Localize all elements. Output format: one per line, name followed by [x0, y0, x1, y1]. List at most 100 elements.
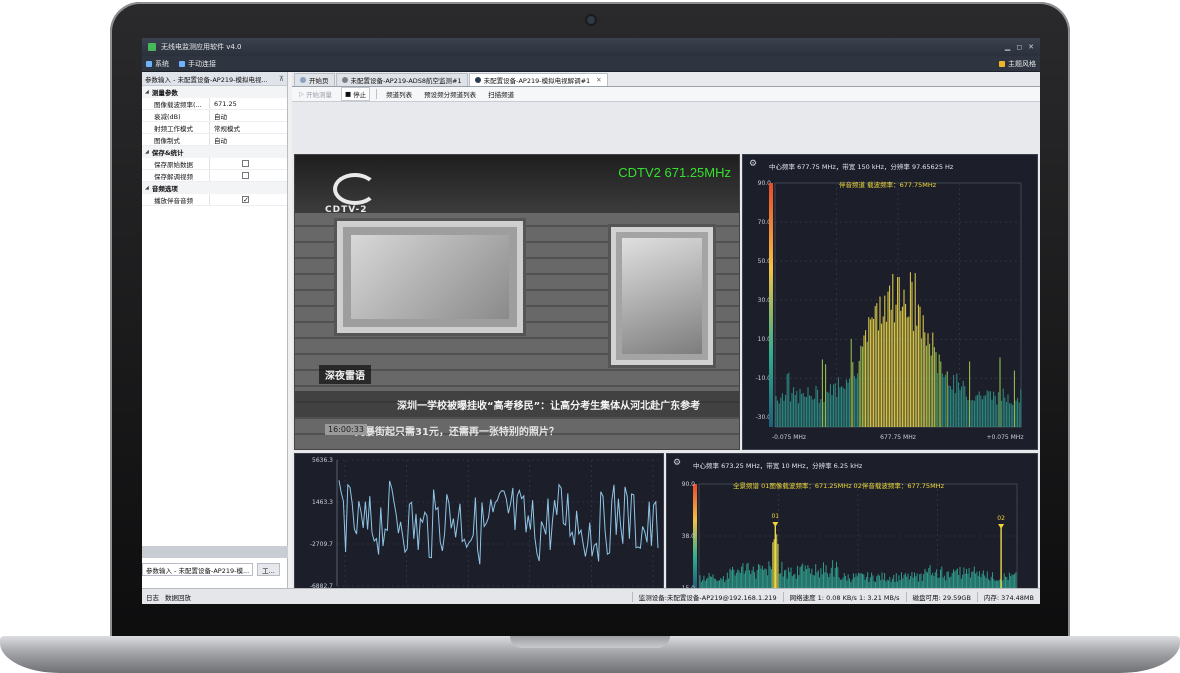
workspace: 参数输入 - 未配置设备-AP219-模拟电视... ⊼ ◢ 测量参数 图像载波频率…: [142, 72, 1040, 604]
panel-scroll-area: [142, 546, 288, 558]
tv-icon: [474, 77, 481, 83]
y-tick-label: 5636.3: [312, 457, 333, 464]
billboard-left: [337, 221, 523, 333]
property-group[interactable]: ◢ 测量参数: [142, 86, 287, 98]
property-value[interactable]: 自动: [210, 134, 287, 145]
video-timestamp: 16:00:33: [325, 424, 367, 435]
audio-spectrum-chart: 90.070.050.030.010.0-10.0-30.0-0.075 MHz…: [755, 180, 1024, 441]
y-tick-label: -30.0: [755, 414, 771, 421]
color-scale: [769, 183, 773, 427]
property-key: 保存原始数据: [142, 158, 210, 169]
waveform-panel: 5636.31463.3-2709.7-6882.70.0ms0.0ms0.0m…: [294, 453, 664, 604]
tab-label: 未配置设备-AP219-模拟电视解调#1: [483, 77, 591, 85]
toolbar-separator: [376, 89, 378, 99]
tab-ads-monitor[interactable]: 未配置设备-AP219-ADS8航空监测#1: [335, 73, 468, 86]
property-value[interactable]: 常规模式: [210, 122, 287, 133]
minimize-icon[interactable]: ▁: [1005, 43, 1010, 51]
x-tick-label: +0.075 MHz: [987, 434, 1024, 441]
spectrum-legend: 伴音频道 载波频率：677.75MHz: [839, 181, 937, 189]
panorama-spectrum-panel: 90.038.0-15.0-5.0 MHz-2.5 MHz673.25 MHz+…: [666, 453, 1038, 604]
memory-usage: 内存: 374.48MB: [976, 591, 1040, 602]
property-row[interactable]: 保存解调视频: [142, 170, 287, 182]
property-row[interactable]: 保存原始数据: [142, 158, 287, 170]
property-group-label: 测量参数: [151, 89, 178, 97]
title-bar: 无线电监测应用软件 v4.0 ▁ ◻ ✕: [142, 38, 1040, 56]
spectrum-header: 中心频率 677.75 MHz，带宽 150 kHz，分辨率 97.65625 …: [769, 163, 954, 171]
camera: [587, 16, 595, 24]
property-value[interactable]: [210, 158, 287, 169]
y-tick-label: 1463.3: [312, 499, 333, 506]
panel-tabs: 参数输入 - 未配置设备-AP219-模... 工...: [142, 563, 288, 576]
property-key: 保存解调视频: [142, 170, 210, 181]
start-measure-button[interactable]: ▷ 开始测量: [296, 88, 335, 100]
tab-tv-demod[interactable]: 未配置设备-AP219-模拟电视解调#1 ✕: [468, 73, 608, 86]
property-value[interactable]: ✓: [210, 194, 287, 205]
maximize-icon[interactable]: ◻: [1016, 43, 1022, 51]
scan-channel-button[interactable]: 扫描频道: [485, 88, 517, 100]
collapse-icon: ◢: [145, 185, 149, 191]
property-value[interactable]: [210, 170, 287, 181]
pin-icon[interactable]: ⊼: [279, 75, 284, 83]
property-key: 图像制式: [142, 134, 210, 145]
preset-list-button[interactable]: 预设频分频道列表: [421, 88, 479, 100]
checkbox[interactable]: ✓: [242, 196, 249, 204]
parameter-panel-header: 参数输入 - 未配置设备-AP219-模拟电视... ⊼: [142, 72, 287, 86]
y-tick-label: 90.0: [682, 481, 696, 488]
menu-connect-label: 手动连接: [188, 59, 216, 68]
menu-bar: 系统 手动连接 主题风格: [142, 56, 1040, 72]
tab-label: 未配置设备-AP219-ADS8航空监测#1: [350, 77, 462, 85]
log-button[interactable]: 日志: [146, 592, 159, 602]
property-value[interactable]: 自动: [210, 110, 287, 121]
tv-logo-text: CDTV-2: [325, 205, 368, 215]
property-key: 衰减(dB): [142, 110, 210, 121]
parameter-panel-title: 参数输入 - 未配置设备-AP219-模拟电视...: [145, 75, 268, 84]
property-row[interactable]: 图像制式 自动: [142, 134, 287, 146]
property-key: 播放伴音音频: [142, 194, 210, 205]
property-row[interactable]: 衰减(dB) 自动: [142, 110, 287, 122]
close-icon[interactable]: ✕: [1028, 43, 1034, 51]
app-title: 无线电监测应用软件 v4.0: [161, 43, 242, 51]
property-key: 射频工作模式: [142, 122, 210, 133]
collapse-icon: ◢: [145, 149, 149, 155]
waveform-chart: 5636.31463.3-2709.7-6882.70.0ms0.0ms0.0m…: [310, 457, 662, 604]
property-group[interactable]: ◢ 保存&统计: [142, 146, 287, 158]
system-icon: [146, 60, 152, 67]
settings-icon[interactable]: ⚙: [673, 458, 681, 468]
stop-button[interactable]: ■ 停止: [341, 87, 371, 101]
billboard-right: [611, 227, 713, 365]
panorama-legend: 全景频谱 01图像载波频率：671.25MHz 02伴音载波频率：677.75M…: [733, 482, 944, 490]
panorama-header: 中心频率 673.25 MHz，带宽 10 MHz，分辨率 6.25 kHz: [693, 462, 863, 470]
property-row[interactable]: 图像载波频率(... 671.25: [142, 98, 287, 110]
marker-01-label: 01: [771, 513, 779, 520]
device-status: 监测设备:未配置设备-AP219@192.168.1.219: [631, 591, 783, 602]
laptop-frame: 无线电监测应用软件 v4.0 ▁ ◻ ✕ 系统 手动连接 主题风格 参数输入 -…: [0, 0, 1180, 673]
close-tab-icon[interactable]: ✕: [596, 76, 601, 84]
y-tick-label: -10.0: [755, 375, 771, 382]
property-group-label: 保存&统计: [151, 149, 184, 157]
stop-label: 停止: [353, 91, 367, 99]
settings-icon[interactable]: ⚙: [749, 159, 757, 169]
marker-02-icon: [998, 524, 1005, 529]
status-info: 监测设备:未配置设备-AP219@192.168.1.219 网络速度 1: 0…: [631, 591, 1040, 602]
property-row[interactable]: 播放伴音音频 ✓: [142, 194, 287, 206]
menu-manual-connect[interactable]: 手动连接: [179, 59, 216, 69]
checkbox[interactable]: [242, 172, 249, 179]
channel-list-button[interactable]: 频道列表: [383, 88, 415, 100]
playback-button[interactable]: 数据回放: [165, 592, 191, 602]
window-controls: ▁ ◻ ✕: [1005, 43, 1034, 51]
property-grid: ◢ 测量参数 图像载波频率(... 671.25 衰减(dB) 自动 射频工作模式 常规模式图…: [142, 86, 287, 206]
subtitle-line-2: 凭暴街起只需31元，还需再一张特别的照片？: [355, 427, 559, 438]
tab-tools[interactable]: 工...: [257, 563, 280, 576]
property-value[interactable]: 671.25: [210, 98, 287, 109]
tab-start-page[interactable]: 开始页: [294, 73, 335, 86]
theme-icon: [999, 60, 1005, 67]
tv-logo: [333, 173, 377, 205]
checkbox[interactable]: [242, 160, 249, 167]
menu-theme[interactable]: 主题风格: [999, 59, 1036, 69]
property-group[interactable]: ◢ 音频选项: [142, 182, 287, 194]
menu-system[interactable]: 系统: [146, 59, 169, 69]
x-tick-label: -0.075 MHz: [772, 434, 806, 441]
start-label: 开始测量: [306, 91, 332, 99]
property-row[interactable]: 射频工作模式 常规模式: [142, 122, 287, 134]
tab-parameter-input[interactable]: 参数输入 - 未配置设备-AP219-模...: [142, 563, 254, 576]
